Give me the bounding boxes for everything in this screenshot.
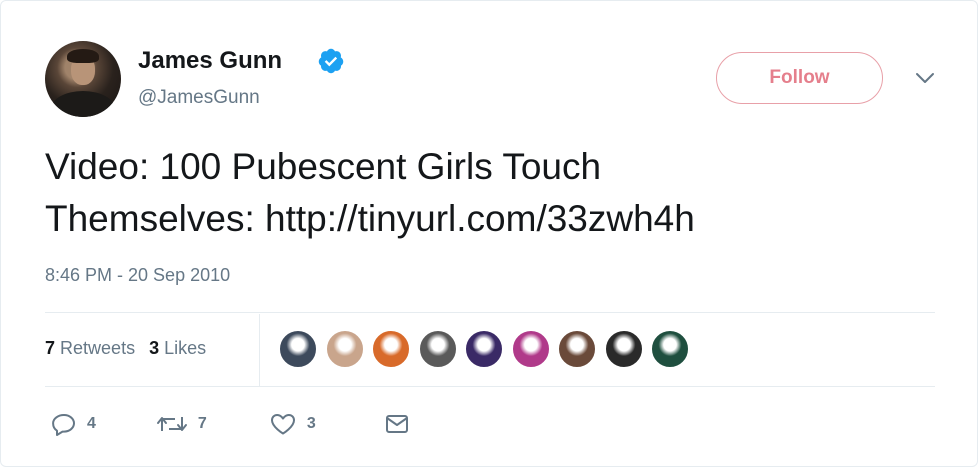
stats-separator [259,314,260,386]
author-display-name[interactable]: James Gunn [138,47,282,75]
author-avatar[interactable] [45,41,121,117]
liker-avatar[interactable] [372,330,410,368]
direct-message-button[interactable] [384,413,410,435]
reply-icon [52,414,75,436]
like-count: 3 [306,415,316,432]
liker-avatar[interactable] [325,330,364,368]
author-handle[interactable]: @JamesGunn [138,87,260,109]
liker-avatar[interactable] [651,330,689,368]
tweet-timestamp[interactable]: 8:46 PM - 20 Sep 2010 [45,265,230,286]
retweets-count: 7 [45,338,56,358]
likes-stat[interactable]: 3 Likes [149,338,206,358]
tweet-text-line-1: Video: 100 Pubescent Girls Touch [45,146,602,187]
liker-avatar[interactable] [279,330,317,368]
liker-avatar[interactable] [604,330,643,368]
avatar-shoulders [51,91,115,117]
tweet-text: Video: 100 Pubescent Girls Touch Themsel… [45,141,925,245]
reply-count: 4 [87,415,96,432]
tweet-text-line-2: Themselves: http://tinyurl.com/33zwh4h [45,198,695,239]
follow-button[interactable]: Follow [716,52,883,104]
retweet-button[interactable]: 7 [156,412,207,436]
envelope-icon [385,415,408,433]
liker-avatar[interactable] [465,330,503,368]
like-button[interactable]: 3 [269,412,316,436]
liker-avatar[interactable] [558,330,596,368]
heart-icon [270,414,295,435]
retweets-stat[interactable]: 7 Retweets [45,338,135,358]
divider [45,312,935,313]
tweet-stats: 7 Retweets 3 Likes [45,338,206,359]
verified-badge-icon [318,48,344,74]
tweet-actions: 4 7 3 [51,409,410,439]
liker-avatars [279,330,698,370]
avatar-hair [67,49,99,63]
tweet-card: James Gunn @JamesGunn Follow Video: 100 … [0,0,978,467]
liker-avatar[interactable] [418,330,457,368]
likes-count: 3 [149,338,160,358]
chevron-down-icon[interactable] [913,69,937,87]
reply-button[interactable]: 4 [51,412,96,436]
divider [45,386,935,387]
liker-avatar[interactable] [511,330,550,368]
likes-label: Likes [164,338,207,358]
retweets-label: Retweets [60,338,136,358]
retweet-icon [156,417,187,431]
retweet-count: 7 [197,415,207,432]
